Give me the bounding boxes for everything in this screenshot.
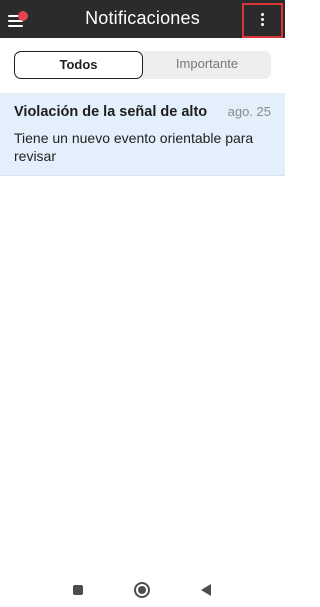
more-vertical-icon-dot (261, 23, 264, 26)
triangle-back-icon (201, 584, 211, 596)
notification-title: Violación de la señal de alto (14, 104, 208, 120)
notification-item[interactable]: Violación de la señal de alto ago. 25 Ti… (0, 93, 285, 176)
back-button[interactable] (197, 581, 215, 599)
recents-button[interactable] (69, 581, 87, 599)
filter-segmented-control: Todos Importante (14, 51, 271, 79)
notification-body: Tiene un nuevo evento orientable para re… (14, 130, 254, 164)
square-recents-icon (73, 585, 83, 595)
system-navigation-bar (0, 573, 285, 607)
more-options-button[interactable] (242, 3, 283, 38)
app-header: Notificaciones (0, 0, 285, 38)
home-button[interactable] (133, 581, 151, 599)
tab-todos[interactable]: Todos (14, 51, 143, 79)
tab-importante[interactable]: Importante (143, 51, 271, 79)
notification-date: ago. 25 (227, 104, 271, 119)
more-vertical-icon (261, 13, 264, 16)
more-vertical-icon-dot (261, 18, 264, 21)
circle-home-icon-core (138, 586, 146, 594)
